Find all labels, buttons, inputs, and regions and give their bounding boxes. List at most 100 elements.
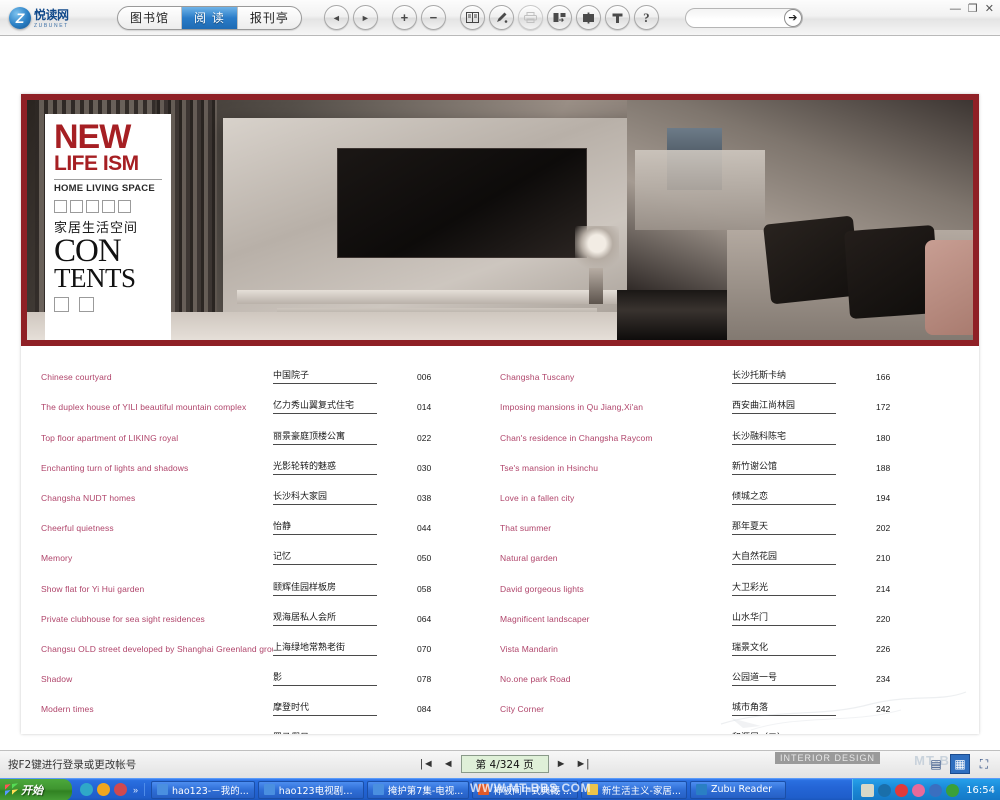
tray-network-icon[interactable] [929,783,943,797]
toc-page-number: 030 [417,462,432,473]
quicklaunch-more-button[interactable]: » [133,785,138,795]
toc-row[interactable]: Love in a fallen city 倾城之恋 194 [500,475,955,505]
bookmark-button[interactable] [546,5,572,30]
arrow-right-icon: ➔ [788,12,798,24]
prev-page-button[interactable]: ◄ [323,5,349,30]
toc-page-number: 014 [417,402,432,413]
toc-row[interactable]: Chan's residence in Changsha Raycom 长沙融科陈… [500,414,955,445]
taskbar-item[interactable]: Zubu Reader [689,780,786,799]
page-indicator[interactable]: 第 4/324 页 [460,755,549,773]
reader-canvas[interactable]: NEW LIFE ISM HOME LIVING SPACE 家居生活空间 CO… [0,36,1000,750]
tab-read[interactable]: 阅 读 [182,6,238,29]
toc-row[interactable]: Modern times 摩登时代 084 [41,686,496,717]
search-go-button[interactable]: ➔ [783,8,802,27]
app-logo[interactable]: Z 悦读网 ZUBUNET [9,5,95,31]
toc-row[interactable]: That summer 那年夏天 202 [500,505,955,536]
tray-qq-icon[interactable] [912,783,926,797]
toc-row[interactable]: Chinese courtyard 中国院子 006 [41,354,496,385]
start-button[interactable]: 开始 [0,778,72,800]
taskbar-item-label: Zubu Reader [710,784,773,795]
start-button-label: 开始 [21,783,43,797]
zoom-out-button[interactable]: − [420,5,446,30]
toc-row[interactable]: Natural garden 大自然花园 210 [500,535,955,566]
toc-row[interactable]: Private clubhouse for sea sight residenc… [41,596,496,626]
quicklaunch-ie-icon[interactable] [80,783,93,796]
first-page-button[interactable]: |◄ [418,758,436,770]
toc-row[interactable]: Memory 记忆 050 [41,535,496,566]
toc-row[interactable]: David gorgeous lights 大卫彩光 214 [500,565,955,596]
zoom-in-button[interactable]: + [391,5,417,30]
taskbar-item-icon [372,784,384,795]
status-message: 按F2键进行登录或更改帐号 [8,759,137,771]
close-button[interactable]: ✕ [985,4,994,15]
toc-page-number: 166 [876,372,891,383]
text-tool-button[interactable] [604,5,630,30]
toc-title-cn: 山水华门 [732,610,836,626]
taskbar-item[interactable]: hao123-－我的... [151,780,255,799]
last-page-button[interactable]: ►| [574,758,592,770]
tray-calendar-icon[interactable] [861,783,875,797]
toc-row[interactable]: Shadow 影 078 [41,656,496,687]
tray-health-icon[interactable] [895,783,909,797]
taskbar-item[interactable]: 新生活主义-家居... [580,780,687,799]
toc-page-number: 050 [417,553,432,564]
toc-row[interactable]: Top floor apartment of LIKING royal 丽景豪庭顶… [41,414,496,445]
quicklaunch-media-icon[interactable] [114,783,127,796]
minimize-button[interactable]: — [950,4,961,15]
toc-row[interactable]: Cheerful quietness 怡静 044 [41,505,496,536]
toc-row[interactable]: Changsha Tuscany 长沙托斯卡纳 166 [500,354,955,385]
toc-page-number: 058 [417,583,432,594]
print-button[interactable] [517,5,543,30]
toc-row[interactable]: Show flat for Yi Hui garden 颐辉佳园样板房 058 [41,565,496,596]
taskbar-clock[interactable]: 16:54 [966,785,995,796]
help-button[interactable]: ? [633,5,659,30]
toc-title-cn: 那年夏天 [732,519,836,536]
toc-row[interactable]: Tse's mansion in Hsinchu 新竹谢公馆 188 [500,445,955,475]
toc-row[interactable]: Vista Mandarin 瑞景文化 226 [500,626,955,656]
windows-flag-icon [5,782,18,797]
windows-taskbar: 开始 » hao123-－我的... hao123电视剧排... 掩护第7集-电视.… [0,778,1000,800]
toc-row[interactable]: City Corner 城市角落 242 [500,686,955,717]
toc-title-en: No.one park Road [500,674,571,685]
next-page-button[interactable]: ► [352,5,378,30]
prev-page-nav-button[interactable]: ◄ [441,758,456,770]
taskbar-item-icon [478,784,490,795]
toc-title-en: Chinese courtyard [41,372,112,383]
tray-shield-icon[interactable] [946,783,960,797]
application-window: Z 悦读网 ZUBUNET 图书馆 阅 读 报刊亭 ◄ ► + − ? ➔ — … [0,0,1000,800]
tray-volume-icon[interactable] [878,783,892,797]
toc-row[interactable]: Changsha NUDT homes 长沙科大家园 038 [41,475,496,505]
single-page-view-button[interactable]: ▤ [926,754,946,774]
toc-page-number: 078 [417,674,432,685]
book-view-button[interactable] [459,5,485,30]
toc-row[interactable]: Imposing mansions in Qu Jiang,Xi'an 西安曲江尚… [500,384,955,415]
toc-title-en: Shadow [41,674,73,685]
toc-row[interactable]: Magnificent landscaper 山水华门 220 [500,596,955,626]
toc-title-en: Cheerful quietness [41,523,114,534]
toc-row[interactable]: Harmony source residencell和源居（二）248 [500,716,955,734]
double-page-icon: ▦ [954,757,966,771]
cover-box [79,296,94,312]
restore-button[interactable]: ❐ [968,4,978,15]
toc-page-number: 188 [876,462,891,473]
annotate-button[interactable] [488,5,514,30]
taskbar-item[interactable]: hao123电视剧排... [257,780,364,799]
taskbar-item[interactable]: 样板间中式典藏 ... [472,780,578,799]
tab-newsstand[interactable]: 报刊亭 [238,7,301,29]
toc-row[interactable]: Changsu OLD street developed by Shanghai… [41,626,496,656]
double-page-view-button[interactable]: ▦ [950,754,970,774]
toc-row[interactable]: The duplex house of YILI beautiful mount… [41,384,496,415]
magazine-page[interactable]: NEW LIFE ISM HOME LIVING SPACE 家居生活空间 CO… [21,94,979,734]
tab-library[interactable]: 图书馆 [118,6,183,29]
toc-title-en: Chan's residence in Changsha Raycom [500,432,653,443]
toc-row[interactable]: No.one park Road 公园道一号 234 [500,656,955,687]
taskbar-item[interactable]: 掩护第7集-电视... [366,780,470,799]
quicklaunch-messenger-icon[interactable] [97,783,110,796]
toc-row[interactable]: Roman holiday罗马假日092 [41,716,496,734]
toc-row[interactable]: Enchanting turn of lights and shadows 光影轮… [41,445,496,475]
toc-title-cn: 观海居私人会所 [273,610,377,626]
fullscreen-button[interactable]: ⛶ [974,754,994,774]
next-page-nav-button[interactable]: ► [554,758,569,770]
catalog-button[interactable] [575,5,601,30]
toc-title-cn: 影 [273,670,377,687]
